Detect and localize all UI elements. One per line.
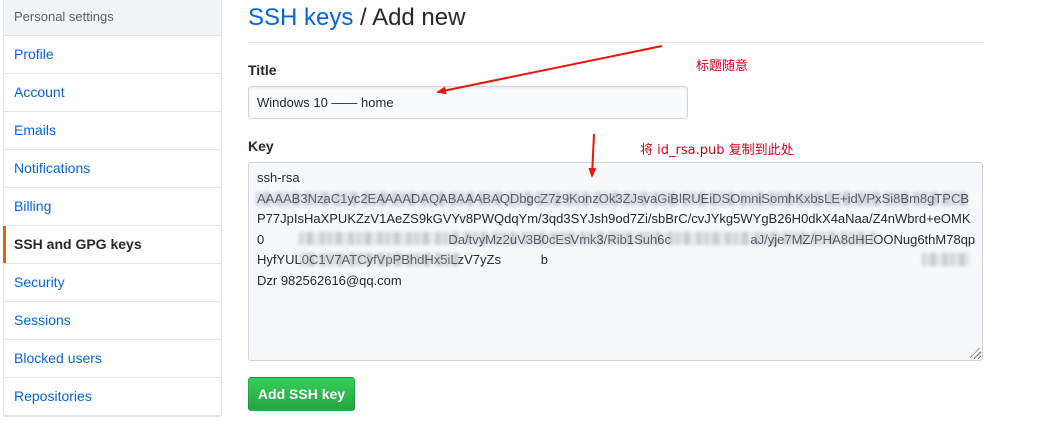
sidebar-item-billing[interactable]: Billing bbox=[4, 188, 221, 226]
title-label: Title bbox=[248, 62, 277, 78]
ssh-key-add-page: Personal settings Profile Account Emails… bbox=[0, 0, 1061, 427]
sidebar-header: Personal settings bbox=[4, 0, 221, 36]
sidebar-item-security[interactable]: Security bbox=[4, 264, 221, 302]
sidebar-item-notifications[interactable]: Notifications bbox=[4, 150, 221, 188]
sidebar-item-emails[interactable]: Emails bbox=[4, 112, 221, 150]
page-title: Add new bbox=[372, 4, 466, 31]
sidebar-item-profile[interactable]: Profile bbox=[4, 36, 221, 74]
annotation-key-note: 将 id_rsa.pub 复制到此处 bbox=[640, 143, 794, 158]
breadcrumb-separator: / bbox=[353, 4, 373, 31]
key-label: Key bbox=[248, 138, 274, 154]
add-ssh-key-button[interactable]: Add SSH key bbox=[248, 377, 355, 411]
sidebar-item-ssh-gpg-keys[interactable]: SSH and GPG keys bbox=[3, 226, 221, 264]
sidebar-item-sessions[interactable]: Sessions bbox=[4, 302, 221, 340]
heading-divider bbox=[248, 42, 984, 43]
breadcrumb-ssh-keys-link[interactable]: SSH keys bbox=[248, 4, 353, 31]
annotation-title-note: 标题随意 bbox=[696, 59, 749, 74]
textarea-resize-handle[interactable] bbox=[970, 348, 980, 358]
settings-sidebar: Personal settings Profile Account Emails… bbox=[3, 0, 222, 417]
sidebar-item-repositories[interactable]: Repositories bbox=[4, 378, 221, 416]
key-textarea[interactable] bbox=[248, 162, 983, 361]
sidebar-item-account[interactable]: Account bbox=[4, 74, 221, 112]
page-heading: SSH keys / Add new bbox=[248, 4, 465, 32]
title-input[interactable] bbox=[248, 86, 688, 119]
sidebar-item-blocked-users[interactable]: Blocked users bbox=[4, 340, 221, 378]
